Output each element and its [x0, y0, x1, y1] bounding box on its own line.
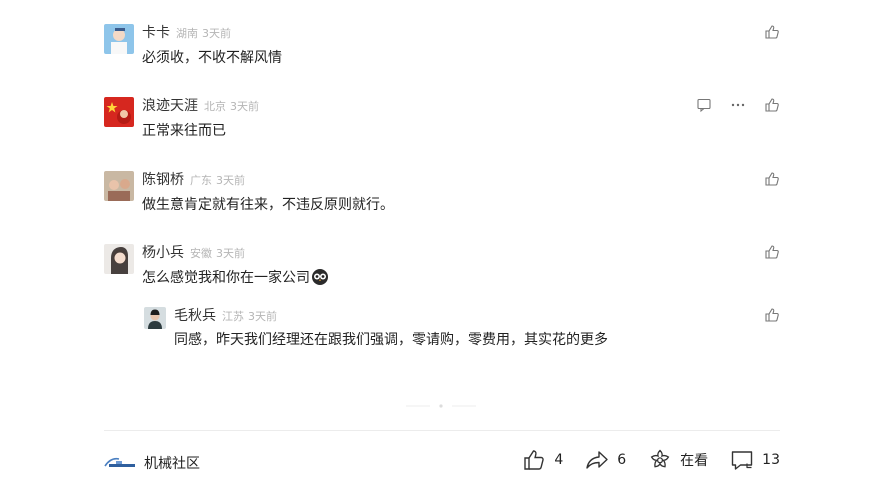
comment-meta: 杨小兵 安徽 3天前: [142, 244, 245, 263]
comment-button[interactable]: 13: [730, 448, 780, 472]
comment-count: 13: [762, 452, 780, 468]
article-footer: 机械社区 4 6 在看 13: [104, 448, 780, 476]
thumbs-up-icon[interactable]: [764, 307, 780, 323]
share-count: 6: [617, 452, 627, 468]
share-arrow-icon: [585, 448, 609, 472]
thumbs-up-icon[interactable]: [764, 97, 780, 113]
comment-text: 必须收，不收不解风情: [142, 50, 282, 66]
flower-icon: [648, 448, 672, 472]
more-dots-icon[interactable]: [730, 97, 746, 113]
watching-button[interactable]: 在看: [648, 448, 708, 472]
commenter-location: 安徽: [190, 247, 212, 260]
thumbs-up-icon[interactable]: [764, 171, 780, 187]
avatar[interactable]: [104, 97, 134, 127]
reply-meta: 毛秋兵 江苏 3天前: [174, 307, 277, 326]
commenter-location: 湖南: [176, 27, 198, 40]
source-name[interactable]: 机械社区: [144, 453, 200, 473]
comment-meta: 卡卡 湖南 3天前: [142, 24, 231, 43]
source-account[interactable]: 机械社区: [104, 453, 200, 473]
comment-time: 3天前: [230, 100, 259, 113]
commenter-name[interactable]: 杨小兵: [142, 245, 184, 261]
watching-label: 在看: [680, 453, 709, 469]
thumbs-up-icon[interactable]: [764, 24, 780, 40]
share-button[interactable]: 6: [585, 448, 626, 472]
comment-text: 正常来往而已: [142, 123, 226, 139]
comment-actions: [764, 244, 780, 260]
comment-time: 3天前: [248, 310, 277, 323]
commenter-location: 广东: [190, 174, 212, 187]
comment-time: 3天前: [216, 247, 245, 260]
thumbs-up-icon: [522, 448, 546, 472]
comment-text: 怎么感觉我和你在一家公司: [142, 268, 329, 288]
comment-text: 做生意肯定就有往来，不违反原则就行。: [142, 197, 394, 213]
avatar[interactable]: [104, 24, 134, 54]
reply-actions: [764, 307, 780, 323]
commenter-location: 江苏: [222, 310, 244, 323]
comment-actions: [696, 97, 780, 113]
chat-bubble-icon[interactable]: [696, 97, 712, 113]
comment-actions: [764, 171, 780, 187]
comment-meta: 陈钢桥 广东 3天前: [142, 171, 245, 190]
footer-divider: [104, 430, 780, 431]
thumbs-up-icon[interactable]: [764, 244, 780, 260]
owl-emoji-icon: [311, 268, 329, 286]
comment-icon: [730, 448, 754, 472]
comment-text-content: 怎么感觉我和你在一家公司: [142, 270, 310, 286]
comment-time: 3天前: [216, 174, 245, 187]
like-count: 4: [554, 452, 564, 468]
commenter-name[interactable]: 浪迹天涯: [142, 98, 198, 114]
list-end-divider: [406, 393, 476, 408]
commenter-name[interactable]: 陈钢桥: [142, 172, 184, 188]
avatar[interactable]: [104, 171, 134, 201]
comment-actions: [764, 24, 780, 40]
commenter-location: 北京: [204, 100, 226, 113]
commenter-name[interactable]: 毛秋兵: [174, 308, 216, 324]
source-logo: [104, 456, 136, 470]
commenter-name[interactable]: 卡卡: [142, 25, 170, 41]
avatar[interactable]: [144, 307, 166, 329]
comment-time: 3天前: [202, 27, 231, 40]
comment-meta: 浪迹天涯 北京 3天前: [142, 97, 259, 116]
reply-text: 同感，昨天我们经理还在跟我们强调，零请购，零费用，其实花的更多: [174, 332, 608, 348]
like-button[interactable]: 4: [522, 448, 563, 472]
avatar[interactable]: [104, 244, 134, 274]
footer-actions: 4 6 在看 13: [500, 448, 780, 472]
